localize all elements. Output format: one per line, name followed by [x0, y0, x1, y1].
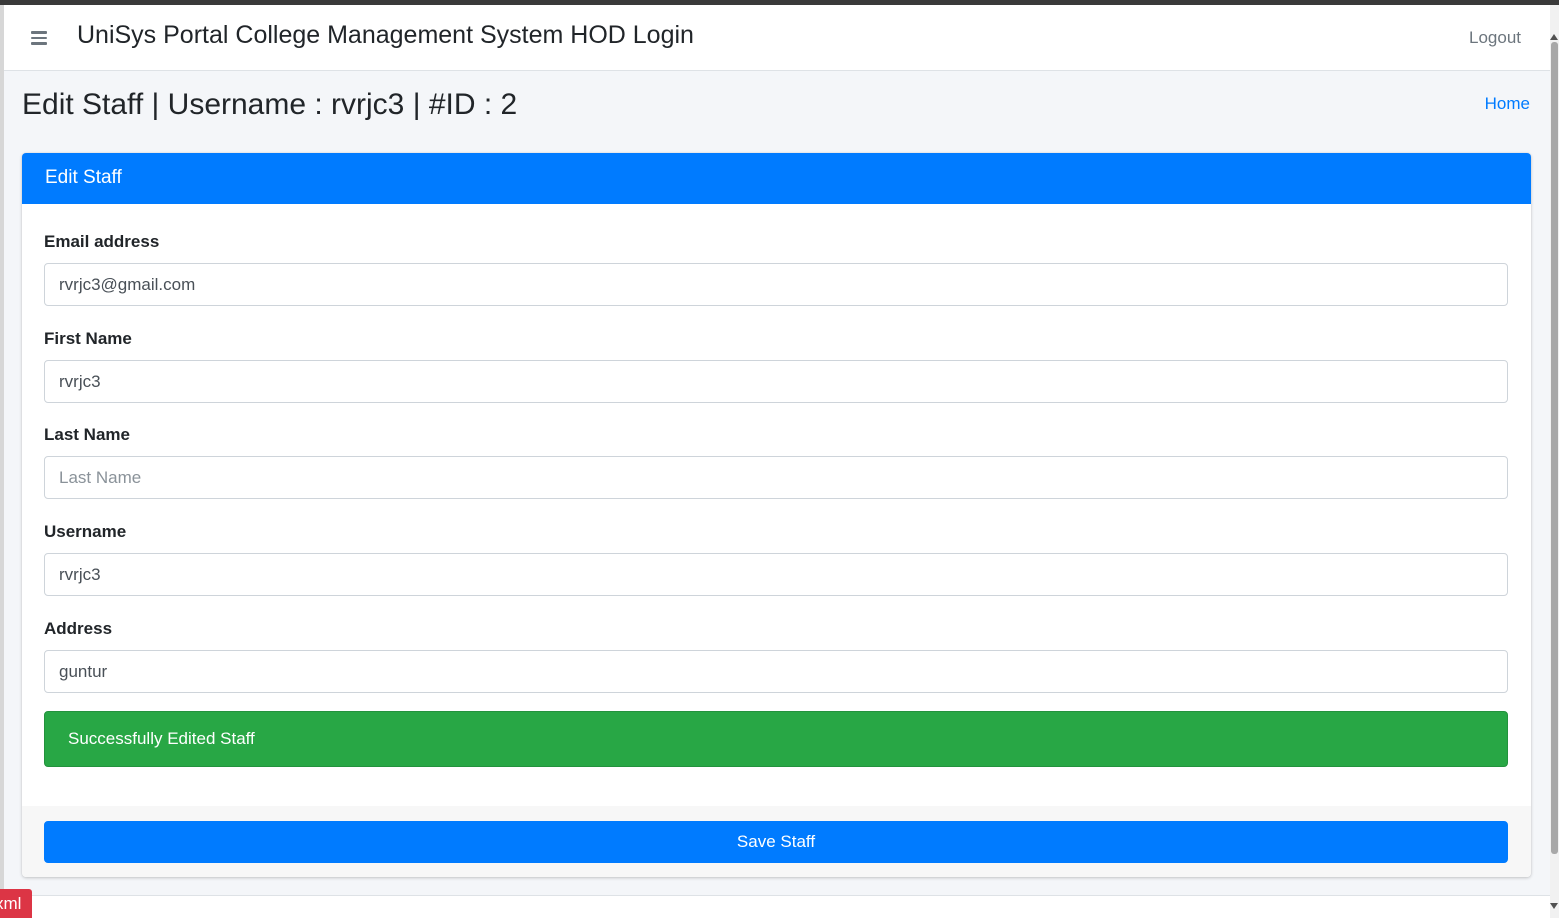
last-name-field[interactable] — [44, 456, 1508, 499]
top-navbar: UniSys Portal College Management System … — [4, 5, 1550, 71]
card-body: Email address First Name Last Name Usern… — [22, 204, 1531, 806]
hamburger-menu-icon[interactable] — [31, 31, 47, 45]
email-label: Email address — [44, 232, 160, 251]
window-left-edge — [0, 5, 4, 918]
app-title: UniSys Portal College Management System … — [77, 21, 694, 49]
breadcrumb-home-link[interactable]: Home — [1485, 94, 1530, 114]
username-field[interactable] — [44, 553, 1508, 596]
address-field[interactable] — [44, 650, 1508, 693]
last-name-label: Last Name — [44, 425, 130, 444]
first-name-label: First Name — [44, 329, 132, 348]
scroll-up-arrow-icon[interactable] — [1550, 34, 1558, 40]
scrollbar-thumb[interactable] — [1551, 42, 1558, 854]
email-field[interactable] — [44, 263, 1508, 306]
card-footer: Save Staff — [22, 806, 1531, 877]
scroll-down-arrow-icon[interactable] — [1550, 903, 1558, 909]
card-header: Edit Staff — [22, 153, 1531, 204]
success-alert: Successfully Edited Staff — [44, 711, 1508, 767]
save-staff-button[interactable]: Save Staff — [44, 821, 1508, 863]
edit-staff-card: Edit Staff Email address First Name Last… — [22, 153, 1531, 877]
debug-badge[interactable]: xml — [0, 889, 32, 918]
footer-bar — [0, 895, 1550, 918]
address-label: Address — [44, 619, 113, 638]
username-label: Username — [44, 522, 127, 541]
first-name-field[interactable] — [44, 360, 1508, 403]
logout-link[interactable]: Logout — [1469, 28, 1521, 48]
page-title: Edit Staff | Username : rvrjc3 | #ID : 2 — [22, 88, 518, 121]
